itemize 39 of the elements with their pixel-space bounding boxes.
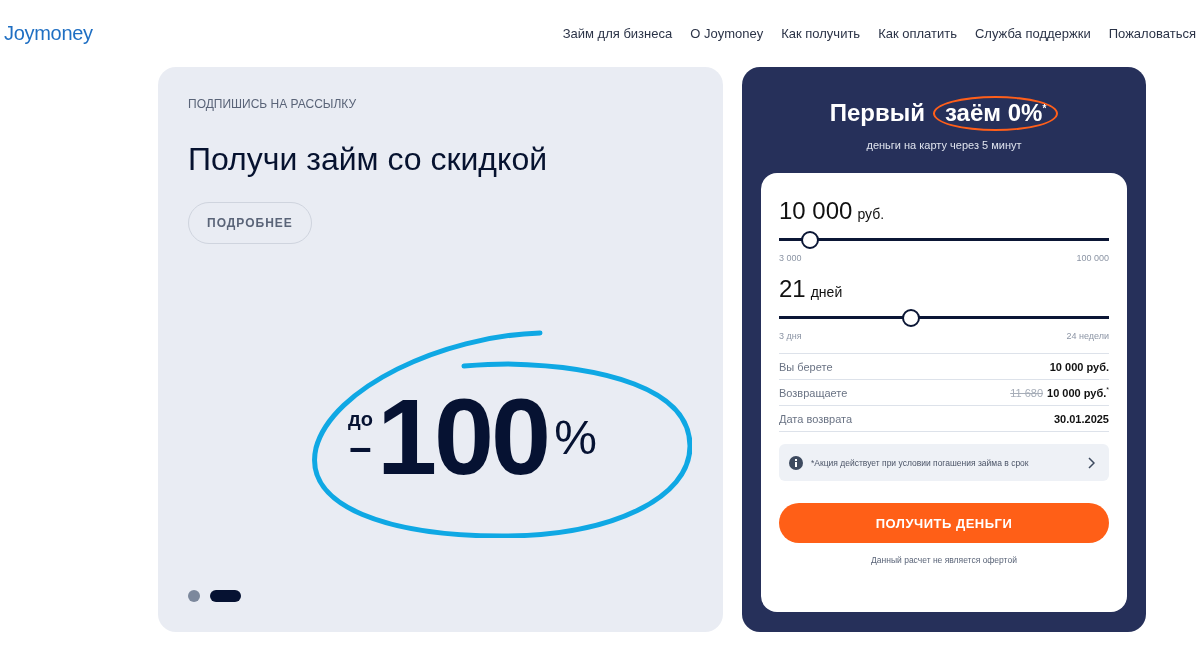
slider-min: 3 000 [779,253,802,263]
nav-link[interactable]: Как оплатить [878,26,957,41]
promo-title: Получи займ со скидкой [188,141,548,178]
notice-banner[interactable]: *Акция действует при условии погашения займа в срок [779,444,1109,481]
slider-max: 100 000 [1076,253,1109,263]
minus-sign: – [349,429,372,465]
old-value: 11 680 [1010,386,1043,399]
info-icon [789,455,803,470]
nav-link[interactable]: О Joymoney [690,26,764,41]
summary-value: 30.01.2025 [1053,412,1109,425]
slider-value: 21 [779,275,806,303]
slider-min: 3 дня [779,331,802,341]
slider-thumb[interactable] [902,309,920,327]
chevron-right-icon [1087,456,1095,469]
summary-label: Возвращаете [779,386,848,399]
slider-max: 24 недели [1066,331,1109,341]
percent-sign: % [554,409,597,465]
notice-text: *Акция действует при условии погашения займа в срок [811,457,1030,468]
calculator-subtitle: деньги на карту через 5 минут [866,139,1022,151]
summary-value: 10 000 руб.$^{*}$ [1047,386,1109,399]
nav-link[interactable]: Служба поддержки [975,26,1091,41]
calculator-title: Первый [829,99,925,128]
slider-unit: руб. [857,206,885,222]
nav-link[interactable]: Пожаловаться [1108,26,1196,41]
logo[interactable]: Joymoney [4,22,93,45]
highlight-text: заём 0%$^{*}$ [932,96,1059,131]
eyebrow-text: ПОДПИШИСЬ НА РАССЫЛКУ [188,97,357,111]
nav-link[interactable]: Как получить [781,26,861,41]
slide-indicator[interactable] [210,590,241,602]
slider-unit: дней [810,284,843,300]
disclaimer-text: Данный расчет не является офертой [870,555,1018,565]
summary-label: Вы берете [779,360,833,373]
slider-thumb[interactable] [801,231,819,249]
summary-label: Дата возврата [779,412,853,425]
slider-value: 10 000 [779,197,853,225]
nav-link[interactable]: Займ для бизнеса [562,26,673,41]
prefix-text: до [348,409,373,429]
summary-value: 10 000 руб. [1049,360,1109,373]
discount-number: 100 [376,383,549,491]
